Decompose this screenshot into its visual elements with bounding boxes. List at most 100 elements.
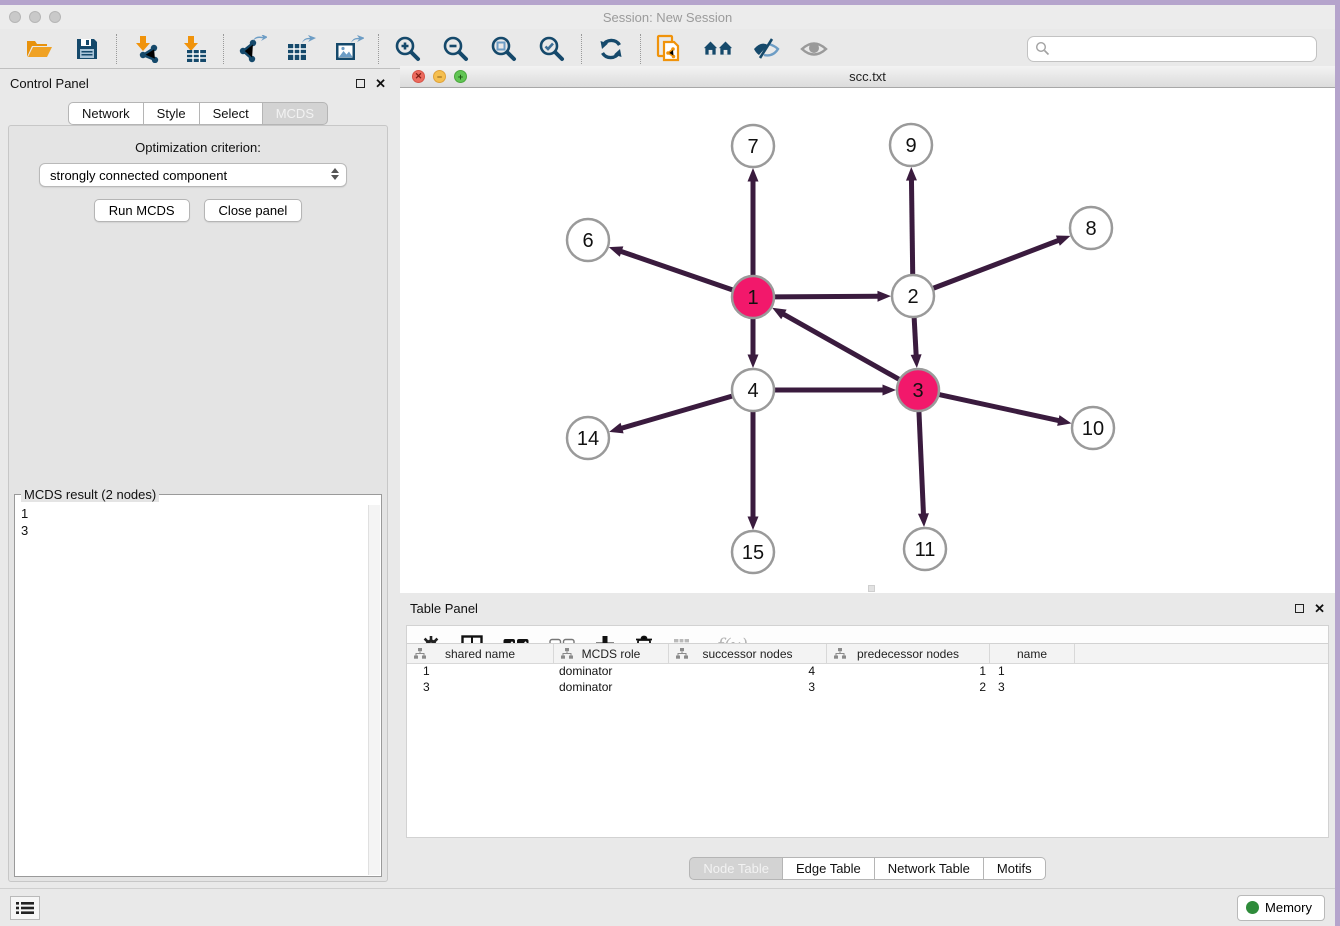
zoom-out-icon xyxy=(442,35,470,63)
table-row[interactable]: 1dominator411 xyxy=(407,664,1328,680)
run-mcds-button[interactable]: Run MCDS xyxy=(94,199,190,222)
table-cell[interactable]: 3 xyxy=(990,680,1075,696)
tab-select[interactable]: Select xyxy=(199,102,262,125)
zoom-in-button[interactable] xyxy=(393,34,423,64)
node-label-6: 6 xyxy=(582,230,593,252)
column-header-predecessor-nodes[interactable]: predecessor nodes xyxy=(827,644,990,663)
export-image-button[interactable] xyxy=(334,34,364,64)
export-image-icon xyxy=(334,35,364,63)
export-network-icon xyxy=(239,35,267,63)
column-header-name[interactable]: name xyxy=(990,644,1075,663)
close-panel-button-2[interactable]: Close panel xyxy=(204,199,303,222)
search-icon xyxy=(1035,41,1050,56)
import-table-button[interactable] xyxy=(179,34,209,64)
edge-3-10[interactable] xyxy=(939,394,1060,420)
float-panel-button[interactable] xyxy=(356,79,365,88)
shared-column-icon xyxy=(414,648,426,660)
memory-button[interactable]: Memory xyxy=(1237,895,1325,921)
export-network-button[interactable] xyxy=(238,34,268,64)
show-selected-button[interactable] xyxy=(799,34,829,64)
table-panel: Table Panel ✕ xyxy=(400,595,1335,888)
zoom-out-button[interactable] xyxy=(441,34,471,64)
close-panel-button[interactable]: ✕ xyxy=(375,77,386,90)
table-cell[interactable]: 3 xyxy=(669,680,827,696)
column-header-successor-nodes[interactable]: successor nodes xyxy=(669,644,827,663)
copy-network-icon xyxy=(656,34,684,64)
column-header-label: name xyxy=(1017,647,1047,661)
table-close-button[interactable]: ✕ xyxy=(1314,602,1325,615)
table-cell[interactable]: 2 xyxy=(827,680,990,696)
table-cell[interactable]: 4 xyxy=(669,664,827,680)
network-view-titlebar[interactable]: ✕ − + scc.txt xyxy=(400,66,1335,88)
table-tabs: Node Table Edge Table Network Table Moti… xyxy=(400,857,1335,880)
tab-network[interactable]: Network xyxy=(68,102,143,125)
node-label-3: 3 xyxy=(912,380,923,402)
export-table-button[interactable] xyxy=(286,34,316,64)
show-all-networks-button[interactable] xyxy=(703,34,733,64)
column-header-label: successor nodes xyxy=(702,647,792,661)
tab-motifs[interactable]: Motifs xyxy=(983,857,1046,880)
dropdown-arrows-icon xyxy=(331,168,339,180)
edge-2-9[interactable] xyxy=(911,179,912,275)
table-cell[interactable]: 3 xyxy=(407,680,554,696)
table-body: 1dominator4113dominator323 xyxy=(407,664,1328,696)
tab-edge-table[interactable]: Edge Table xyxy=(782,857,874,880)
zoom-in-icon xyxy=(394,35,422,63)
node-label-11: 11 xyxy=(915,539,936,561)
table-cell[interactable]: dominator xyxy=(554,680,669,696)
result-scrollbar[interactable] xyxy=(368,505,380,875)
search-input[interactable] xyxy=(1050,41,1316,56)
status-bar: Memory xyxy=(0,888,1335,926)
hide-selected-button[interactable] xyxy=(751,34,781,64)
column-header-shared-name[interactable]: shared name xyxy=(407,644,554,663)
dropdown-value: strongly connected component xyxy=(50,168,227,183)
table-float-button[interactable] xyxy=(1295,604,1304,613)
edge-3-1[interactable] xyxy=(783,314,900,380)
table-cell[interactable]: 1 xyxy=(407,664,554,680)
optimization-criterion-dropdown[interactable]: strongly connected component xyxy=(39,163,347,187)
edge-2-8[interactable] xyxy=(933,240,1060,288)
node-label-9: 9 xyxy=(905,135,916,157)
refresh-icon xyxy=(598,36,624,62)
homes-icon xyxy=(703,37,733,61)
edge-4-14[interactable] xyxy=(621,396,733,429)
column-header-MCDS-role[interactable]: MCDS role xyxy=(554,644,669,663)
edge-1-6[interactable] xyxy=(620,251,733,290)
task-history-button[interactable] xyxy=(10,896,40,920)
refresh-button[interactable] xyxy=(596,34,626,64)
tab-style[interactable]: Style xyxy=(143,102,199,125)
optimization-criterion-label: Optimization criterion: xyxy=(9,140,387,155)
edge-1-2[interactable] xyxy=(774,296,879,297)
tab-network-table[interactable]: Network Table xyxy=(874,857,983,880)
tab-node-table[interactable]: Node Table xyxy=(689,857,782,880)
node-label-15: 15 xyxy=(742,542,764,564)
shared-column-icon xyxy=(834,648,846,660)
open-file-button[interactable] xyxy=(24,34,54,64)
shared-column-icon xyxy=(676,648,688,660)
canvas-splitter-grip[interactable] xyxy=(868,585,875,592)
network-canvas[interactable]: 7968124314101511 xyxy=(400,88,1335,593)
save-session-button[interactable] xyxy=(72,34,102,64)
open-folder-icon xyxy=(25,37,53,61)
mcds-result-text[interactable]: 1 3 xyxy=(21,505,367,874)
table-cell[interactable]: dominator xyxy=(554,664,669,680)
window-title: Session: New Session xyxy=(0,10,1335,25)
copy-network-button[interactable] xyxy=(655,34,685,64)
tab-mcds[interactable]: MCDS xyxy=(262,102,328,125)
edge-3-11[interactable] xyxy=(919,411,924,515)
table-row[interactable]: 3dominator323 xyxy=(407,680,1328,696)
control-panel-title: Control Panel xyxy=(10,76,89,91)
zoom-fit-button[interactable] xyxy=(489,34,519,64)
table-cell[interactable]: 1 xyxy=(827,664,990,680)
network-view-window: ✕ − + scc.txt 7968124314101511 xyxy=(400,66,1335,593)
node-table[interactable]: shared nameMCDS role successor nodes prede… xyxy=(406,643,1329,838)
edge-2-3[interactable] xyxy=(914,317,916,356)
search-field[interactable] xyxy=(1027,36,1317,62)
zoom-selected-button[interactable] xyxy=(537,34,567,64)
network-graph[interactable]: 7968124314101511 xyxy=(400,88,1335,593)
table-cell[interactable]: 1 xyxy=(990,664,1075,680)
node-label-2: 2 xyxy=(907,286,918,308)
node-label-1: 1 xyxy=(747,287,758,309)
node-label-14: 14 xyxy=(577,428,599,450)
import-network-button[interactable] xyxy=(131,34,161,64)
